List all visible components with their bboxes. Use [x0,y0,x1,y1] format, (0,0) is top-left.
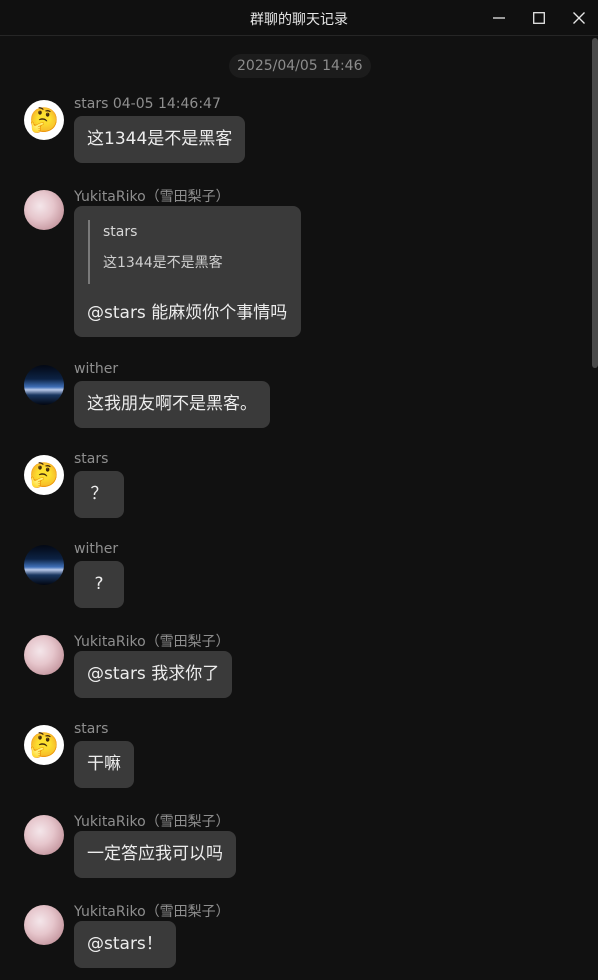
sender-name: YukitaRiko（雪田梨子） [74,814,230,830]
maximize-button[interactable] [525,4,553,32]
thinking-face-icon: 🤔 [29,731,59,759]
message-bubble[interactable]: @stars！ [74,921,176,968]
message-bubble[interactable]: @stars 我求你了 [74,651,233,698]
message-bubble[interactable]: ? [74,561,124,608]
scrollbar-thumb[interactable] [592,38,598,368]
date-separator: 2025/04/05 14:46 [229,54,371,78]
avatar[interactable] [24,365,64,405]
minimize-icon [493,17,505,19]
avatar[interactable]: 🤔 [24,100,64,140]
sender-name: stars [74,451,109,467]
sender-name: YukitaRiko（雪田梨子） [74,189,230,205]
minimize-button[interactable] [485,4,513,32]
message-bubble[interactable]: 这1344是不是黑客 [74,116,246,163]
avatar[interactable] [24,190,64,230]
sender-name: wither [74,541,119,557]
message-text: @stars 能麻烦你个事情吗 [87,303,288,323]
avatar[interactable]: 🤔 [24,725,64,765]
sender-name: stars [74,721,109,737]
quoted-sender: stars [103,224,138,240]
message-bubble[interactable]: 这我朋友啊不是黑客。 [74,381,270,428]
scrollbar[interactable] [590,36,598,980]
avatar[interactable] [24,545,64,585]
message-bubble[interactable]: ？ [74,471,124,518]
avatar[interactable] [24,635,64,675]
chat-history-window: 群聊的聊天记录 2025/04/05 14:46 🤔 stars 04-05 1… [0,0,598,980]
sender-name: wither [74,361,119,377]
sender-name: stars 04-05 14:46:47 [74,96,221,112]
thinking-face-icon: 🤔 [29,106,59,134]
avatar[interactable]: 🤔 [24,455,64,495]
message-list[interactable]: 2025/04/05 14:46 🤔 stars 04-05 14:46:47 … [0,36,598,980]
thinking-face-icon: 🤔 [29,461,59,489]
quoted-message[interactable]: stars 这1344是不是黑客 [88,220,288,284]
avatar[interactable] [24,815,64,855]
message-bubble[interactable]: 干嘛 [74,741,134,788]
avatar[interactable] [24,905,64,945]
message-bubble[interactable]: 一定答应我可以吗 [74,831,236,878]
sender-name: YukitaRiko（雪田梨子） [74,634,230,650]
message-bubble[interactable]: stars 这1344是不是黑客 @stars 能麻烦你个事情吗 [74,206,301,337]
close-icon [573,12,585,24]
quoted-text: 这1344是不是黑客 [103,255,223,271]
maximize-icon [533,12,545,24]
title-bar: 群聊的聊天记录 [0,0,598,36]
close-button[interactable] [565,4,593,32]
sender-name: YukitaRiko（雪田梨子） [74,904,230,920]
